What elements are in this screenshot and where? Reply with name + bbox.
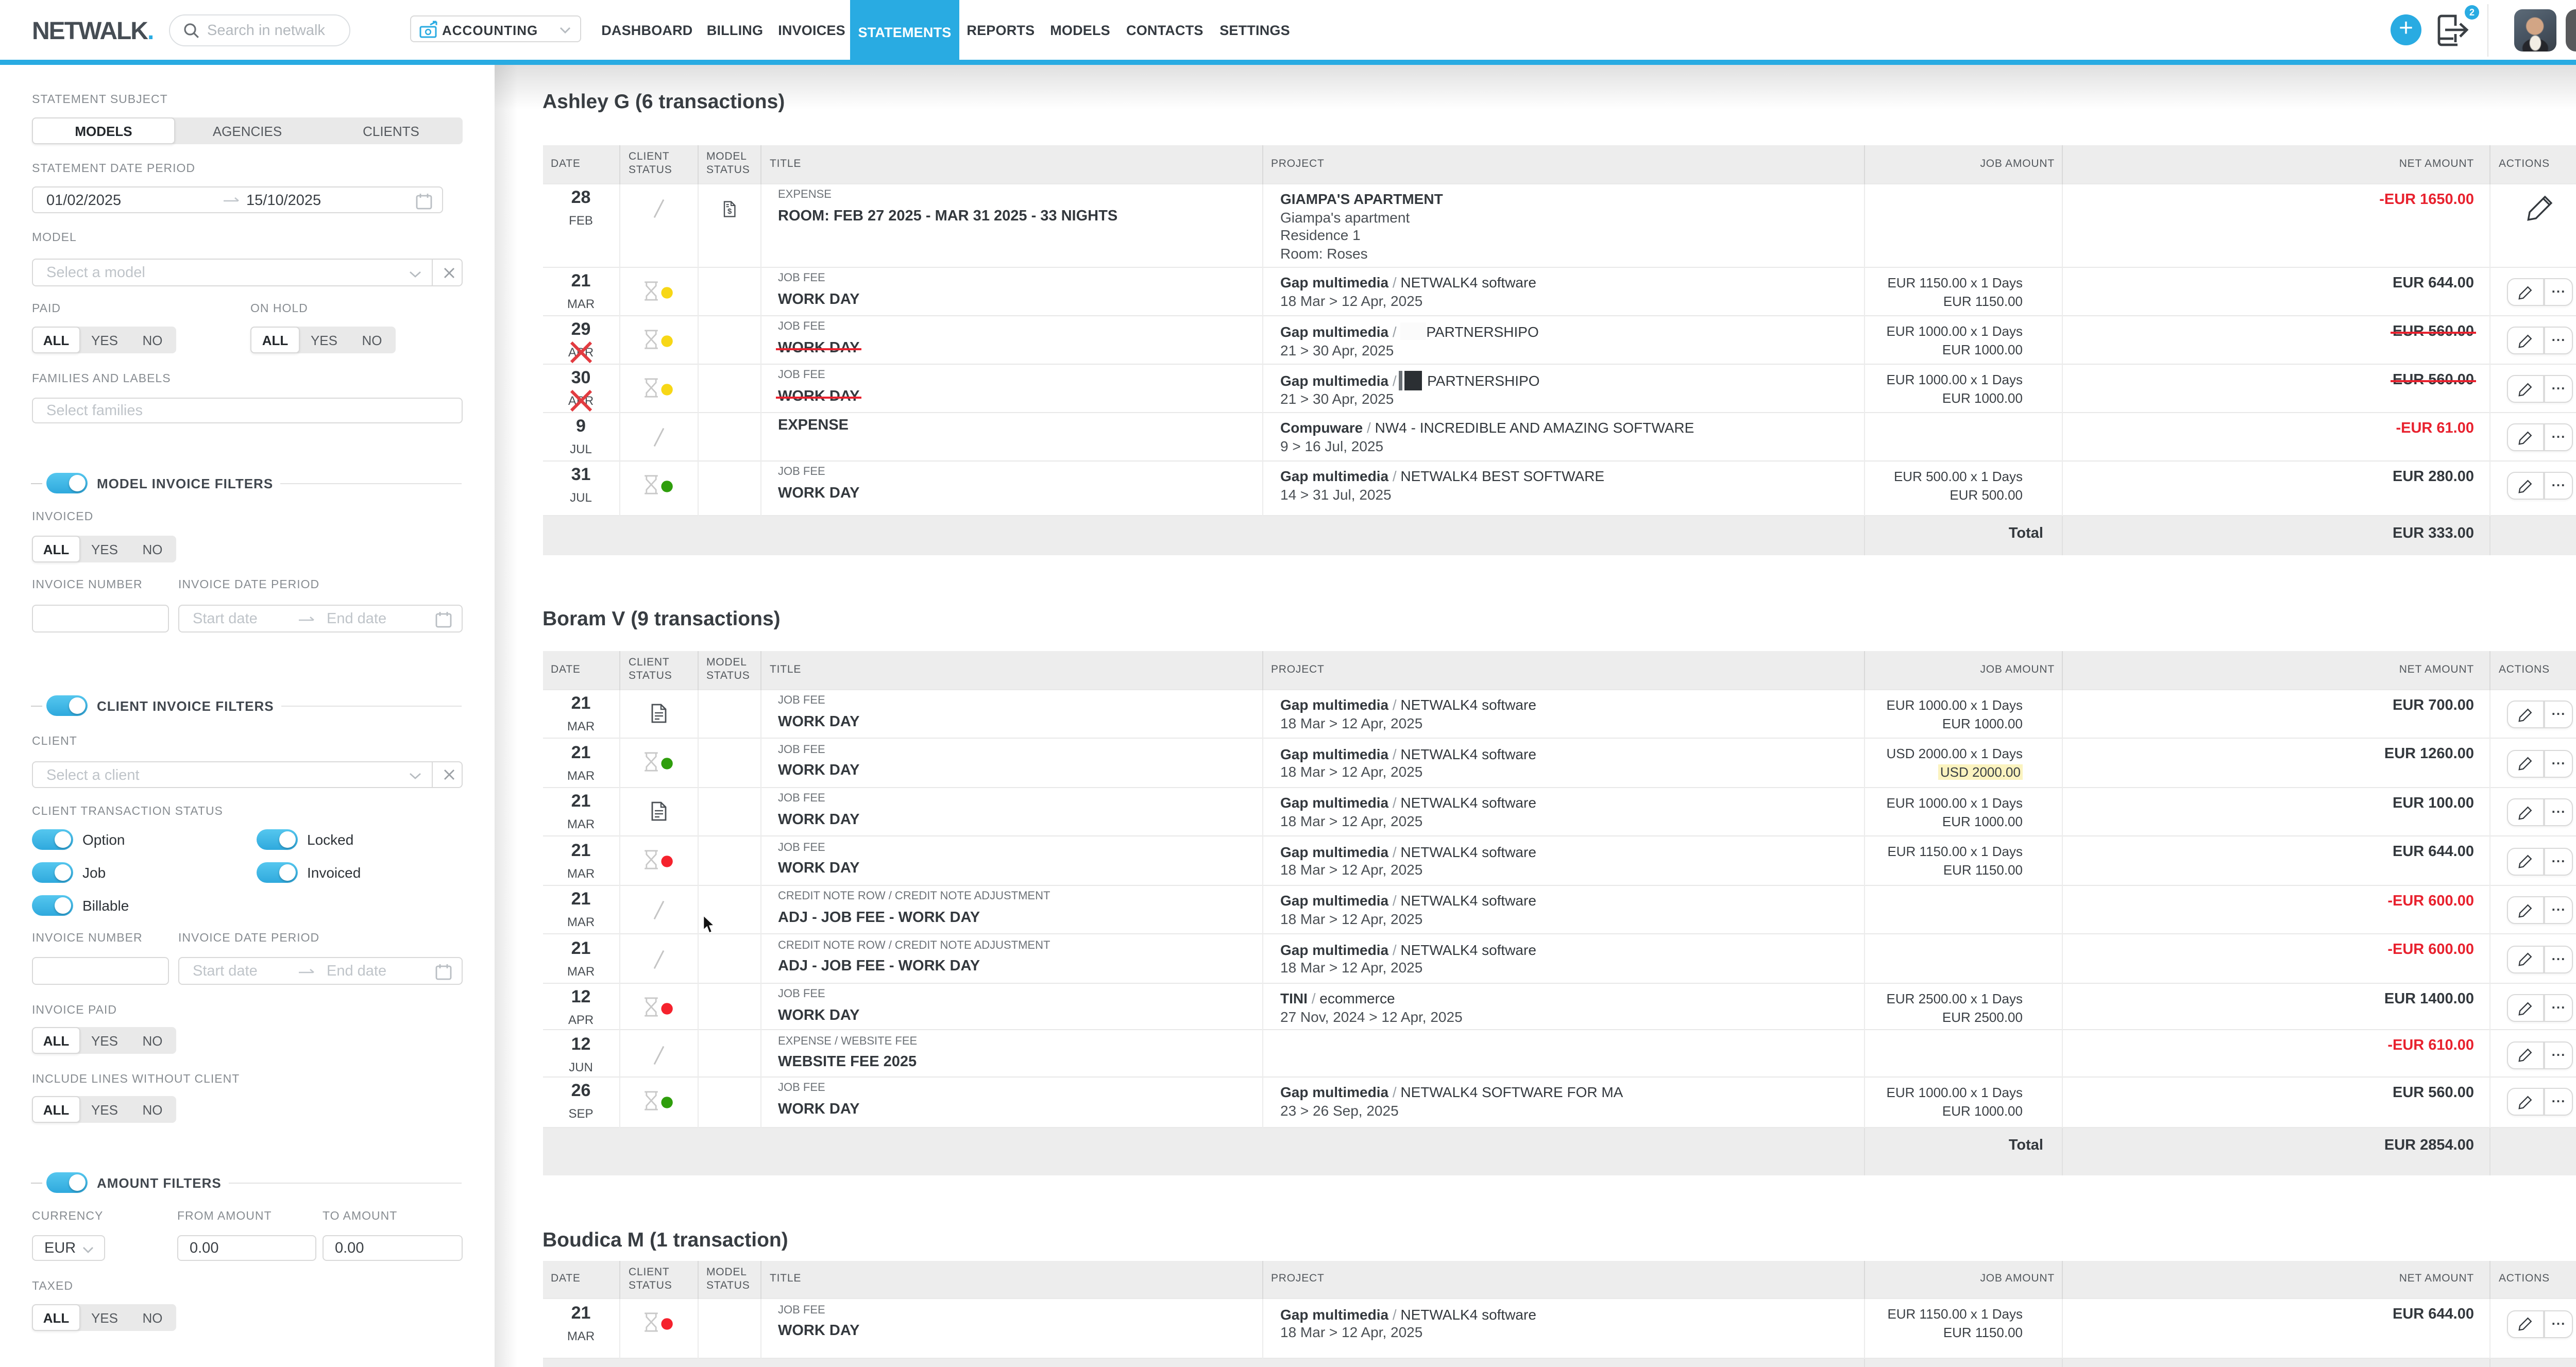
svg-text:$: $ <box>727 207 732 216</box>
